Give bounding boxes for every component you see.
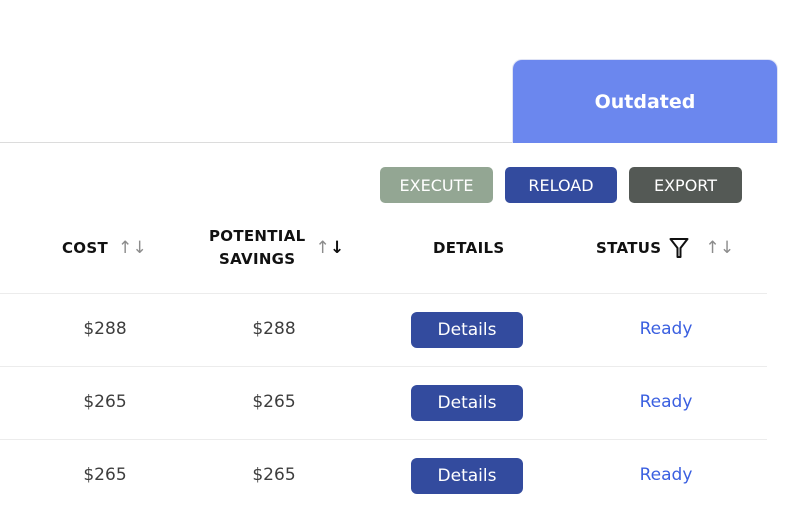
- savings-cell: $265: [252, 392, 296, 412]
- label-line-2: SAVINGS: [219, 250, 296, 268]
- sort-toggle-potential-savings[interactable]: ↑ ↓: [315, 238, 344, 258]
- sort-up-icon: ↑: [118, 238, 133, 258]
- divider: [0, 142, 512, 143]
- column-header-cost[interactable]: COST ↑ ↓: [62, 225, 147, 271]
- row-divider: [0, 366, 767, 367]
- status-link[interactable]: Ready: [640, 319, 693, 339]
- column-header-status-label: STATUS: [596, 238, 662, 257]
- savings-cell: $265: [252, 465, 296, 485]
- status-link[interactable]: Ready: [640, 392, 693, 412]
- sort-down-icon: ↓: [719, 238, 735, 258]
- column-header-cost-label: COST: [62, 238, 108, 257]
- status-link[interactable]: Ready: [640, 465, 693, 485]
- row-divider: [0, 439, 767, 440]
- reload-button[interactable]: RELOAD: [505, 167, 617, 203]
- tab-outdated-label: Outdated: [594, 90, 696, 113]
- label-line-1: POTENTIAL: [209, 227, 306, 245]
- details-button[interactable]: Details: [411, 458, 523, 494]
- filter-icon[interactable]: [669, 237, 689, 259]
- row-divider: [0, 293, 767, 294]
- details-button[interactable]: Details: [411, 312, 523, 348]
- column-header-details: DETAILS: [433, 225, 504, 271]
- details-button[interactable]: Details: [411, 385, 523, 421]
- sort-toggle-status[interactable]: ↑ ↓: [705, 238, 734, 258]
- column-header-potential-savings[interactable]: POTENTIAL SAVINGS ↑ ↓: [209, 225, 345, 271]
- column-header-potential-savings-label: POTENTIAL SAVINGS: [209, 225, 305, 271]
- column-header-details-label: DETAILS: [433, 238, 505, 257]
- cost-cell: $265: [83, 392, 127, 412]
- sort-down-icon: ↓: [132, 238, 148, 258]
- cost-cell: $288: [83, 319, 127, 339]
- savings-cell: $288: [252, 319, 296, 339]
- export-button[interactable]: EXPORT: [629, 167, 742, 203]
- column-header-status[interactable]: STATUS ↑ ↓: [596, 225, 734, 271]
- sort-toggle-cost[interactable]: ↑ ↓: [118, 238, 147, 258]
- tab-outdated[interactable]: Outdated: [512, 59, 778, 143]
- execute-button[interactable]: EXECUTE: [380, 167, 493, 203]
- toolbar: EXECUTE RELOAD EXPORT: [380, 167, 742, 203]
- cost-cell: $265: [83, 465, 127, 485]
- sort-up-icon: ↑: [705, 238, 720, 258]
- sort-up-icon: ↑: [315, 238, 331, 258]
- sort-down-active-icon: ↓: [330, 238, 345, 258]
